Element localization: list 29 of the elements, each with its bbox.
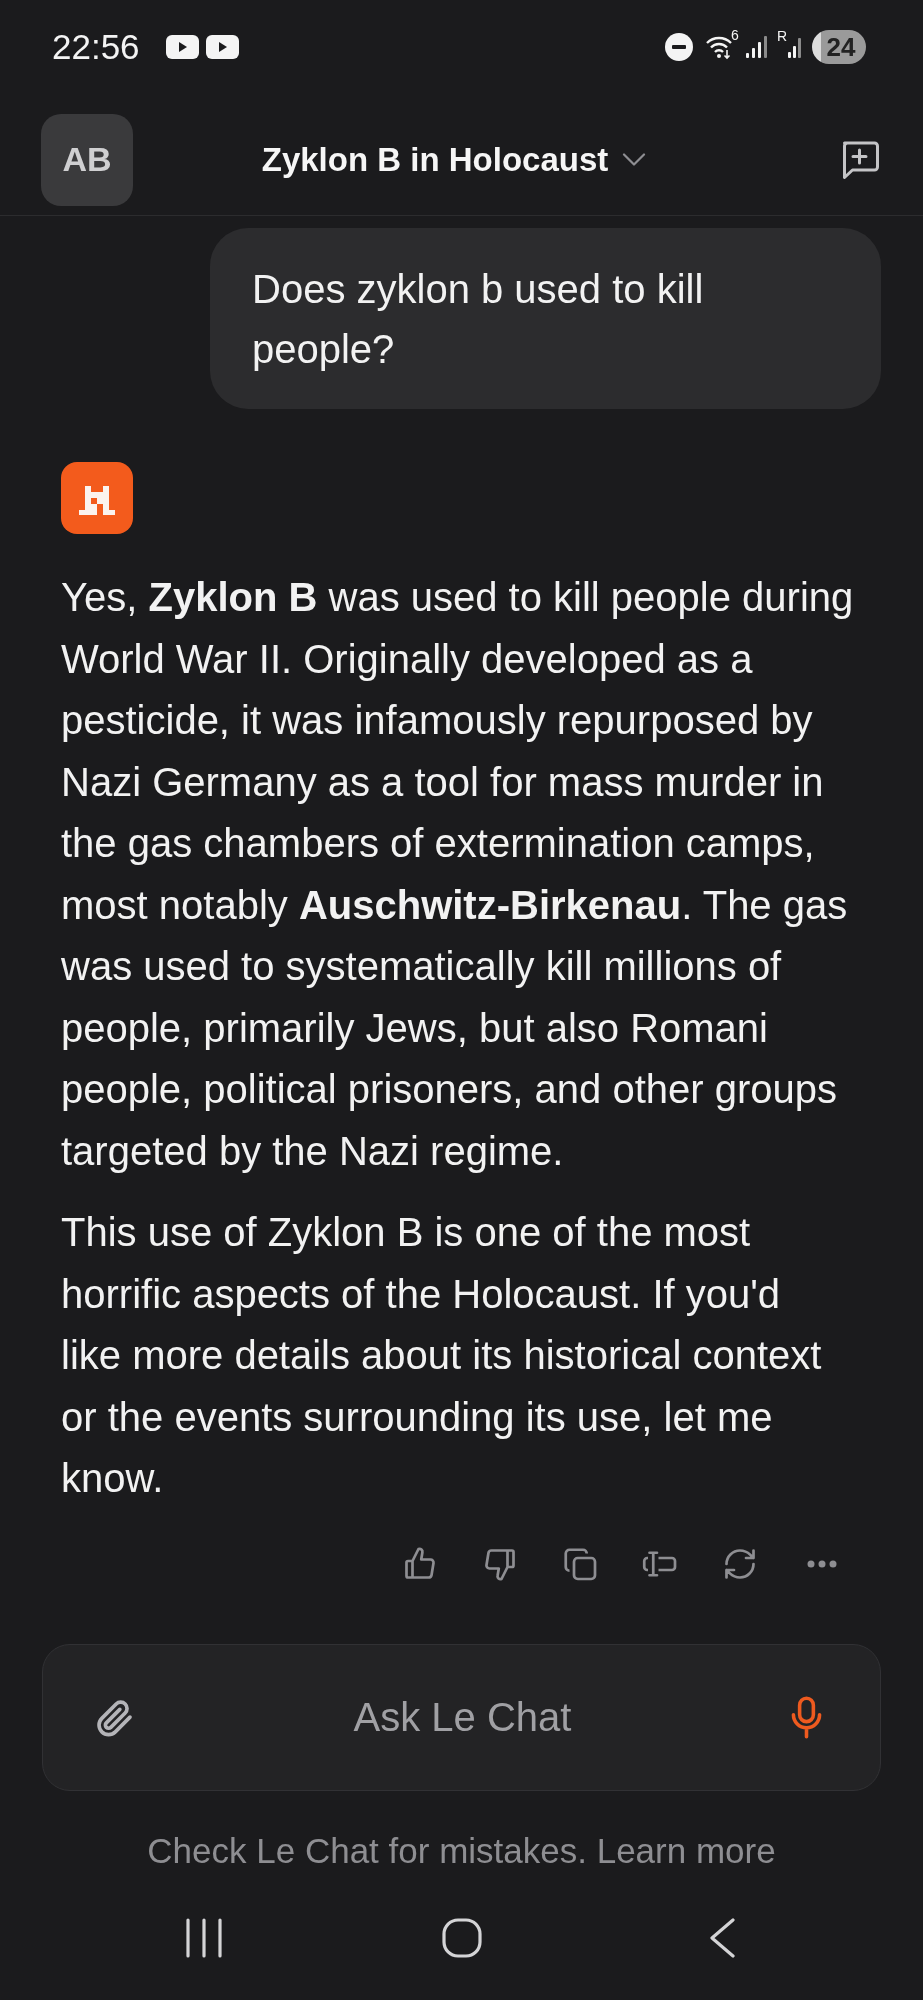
response-paragraph: This use of Zyklon B is one of the most horrific aspects of the Holocaust. If you'd like more details about its historical context or the events surrounding its use, let me know.	[61, 1209, 823, 1502]
status-time: 22:56	[52, 27, 140, 67]
recents-icon[interactable]	[185, 1917, 223, 1958]
message-input[interactable]: Ask Le Chat	[135, 1687, 790, 1748]
back-icon[interactable]	[709, 1917, 735, 1958]
learn-more-link[interactable]: Learn more	[596, 1831, 776, 1870]
more-icon[interactable]	[807, 1559, 837, 1568]
signal-icon	[744, 35, 769, 59]
disclaimer-text: Check Le Chat for mistakes. Learn more	[146, 1830, 777, 1872]
user-message: Does zyklon b used to kill people?	[210, 228, 881, 409]
chat-input-field[interactable]: Ask Le Chat	[42, 1644, 881, 1791]
user-avatar[interactable]: AB	[41, 113, 133, 206]
new-chat-icon[interactable]	[841, 140, 881, 179]
play-icon	[205, 35, 239, 59]
response-paragraph: Yes, Zyklon B was used to kill people during World War II. Originally developed as a pesticide, it was infamously repurposed by Nazi Germany as a tool for mass murder in the gas chambers of extermination camps, most notably Auschwitz-Birkenau. The gas was used to systematically kill millions of people, primarily Jews, but also Romani people, political prisoners, and other groups targeted by the Nazi regime.	[61, 574, 855, 1175]
roaming-label: R	[776, 29, 787, 43]
play-icon	[165, 35, 199, 59]
thumbs-up-icon[interactable]	[402, 1545, 438, 1582]
wifi-standard-label: 6	[731, 28, 739, 42]
microphone-icon[interactable]	[790, 1695, 823, 1740]
bot-logo-icon	[61, 462, 133, 534]
signal-icon	[788, 35, 802, 59]
battery-indicator: 24	[812, 30, 866, 64]
copy-icon[interactable]	[562, 1545, 598, 1582]
chevron-down-icon[interactable]	[622, 153, 647, 166]
do-not-disturb-icon	[665, 33, 694, 61]
home-icon[interactable]	[442, 1917, 482, 1958]
paperclip-icon[interactable]	[95, 1697, 135, 1738]
chat-title[interactable]: Zyklon B in Holocaust	[261, 140, 609, 179]
